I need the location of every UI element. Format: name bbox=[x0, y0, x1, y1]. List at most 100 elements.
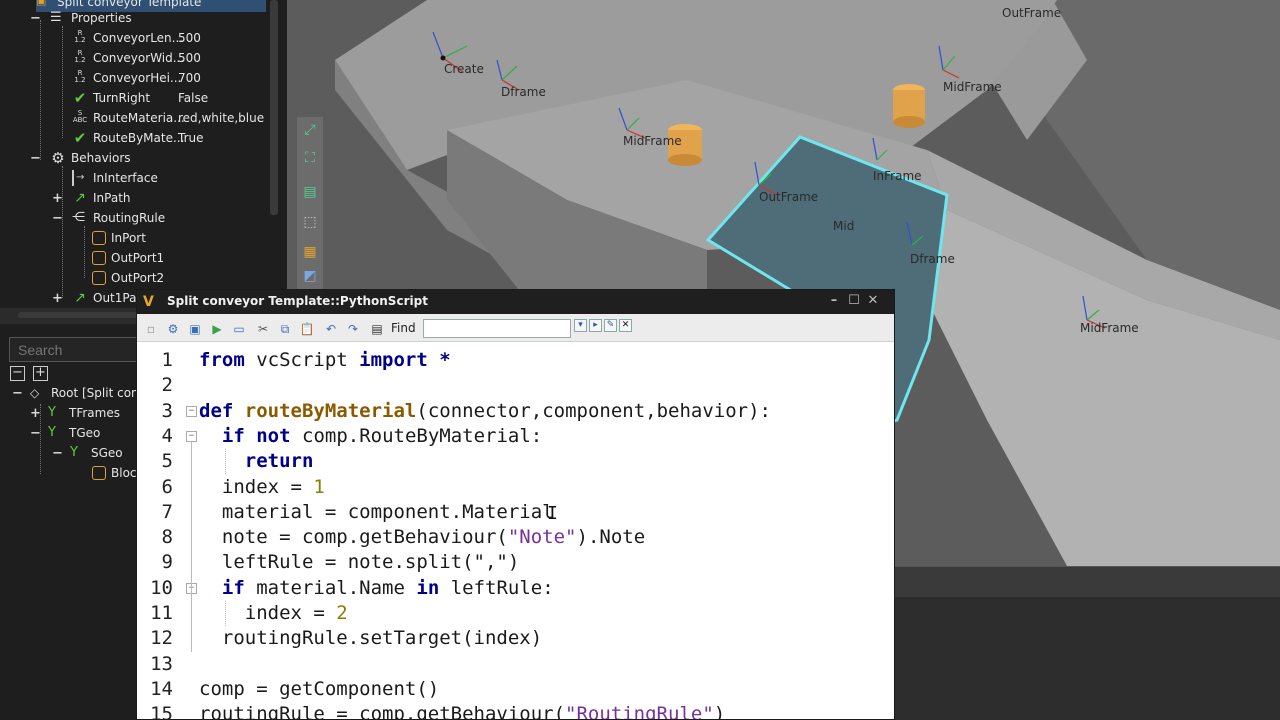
code-line[interactable]: 4 − if not comp.RouteByMaterial: bbox=[137, 424, 894, 449]
property-value[interactable]: True bbox=[178, 131, 204, 145]
tree-behavior-row[interactable]: OutPort2 bbox=[92, 268, 164, 288]
expand-toggle[interactable]: + bbox=[52, 291, 63, 306]
tree-property-row[interactable]: S ABC RouteMateria... red,white,blue bbox=[72, 108, 264, 128]
tree-property-row[interactable]: ✔ TurnRight False bbox=[72, 88, 208, 108]
fit-view-icon[interactable]: ⤢ bbox=[301, 121, 319, 139]
node-tree-item[interactable]: + Y TFrames bbox=[30, 403, 120, 423]
view-mode-icon[interactable]: ▤ bbox=[301, 183, 319, 201]
node-label: TGeo bbox=[69, 426, 101, 440]
paste-icon[interactable]: 📋 bbox=[299, 321, 315, 337]
run-icon[interactable]: ▶ bbox=[209, 321, 225, 337]
code-line[interactable]: 9 leftRule = note.split(",") bbox=[137, 550, 894, 575]
tree-behavior-row[interactable]: + ↗ Out1Pat bbox=[52, 288, 141, 308]
property-value[interactable]: 700 bbox=[178, 71, 201, 85]
collapse-toggle[interactable]: − bbox=[52, 211, 63, 226]
compile-icon[interactable]: ⚙ bbox=[165, 321, 181, 337]
collapse-toggle[interactable]: − bbox=[12, 386, 23, 401]
tree-group-behaviors[interactable]: − ⚙ Behaviors bbox=[30, 148, 131, 168]
code-line[interactable]: 12 routingRule.setTarget(index) bbox=[137, 626, 894, 651]
code-line[interactable]: 15 routingRule = comp.getBehaviour("Routi… bbox=[137, 702, 894, 719]
code-line[interactable]: 2 bbox=[137, 373, 894, 398]
tree-behavior-row[interactable]: InPort bbox=[92, 228, 146, 248]
find-label: Find bbox=[391, 321, 416, 335]
node-tree-item[interactable]: Bloc bbox=[92, 463, 137, 483]
line-number: 11 bbox=[150, 602, 173, 624]
expand-toggle[interactable]: + bbox=[52, 191, 63, 206]
editor-title-bar[interactable]: V Split conveyor Template::PythonScript … bbox=[137, 290, 894, 314]
collapse-all-button[interactable]: − bbox=[10, 366, 25, 381]
tree-vertical-scrollbar[interactable] bbox=[270, 0, 278, 215]
find-previous-button[interactable]: ▾ bbox=[574, 319, 587, 332]
copy-icon[interactable]: ⧉ bbox=[277, 321, 293, 337]
tree-guide-line bbox=[62, 166, 63, 298]
code-line[interactable]: 3 − def routeByMaterial(connector,componen… bbox=[137, 399, 894, 424]
collapse-toggle[interactable]: − bbox=[30, 426, 41, 441]
property-name: TurnRight bbox=[93, 91, 151, 105]
frame-label: InFrame bbox=[873, 169, 922, 183]
cut-icon[interactable]: ✂ bbox=[255, 321, 271, 337]
code-line[interactable]: 10− if material.Name in leftRule: bbox=[137, 576, 894, 601]
tree-guide-line bbox=[62, 26, 63, 138]
render-mode-icon[interactable]: ▦ bbox=[301, 243, 319, 261]
property-value[interactable]: red,white,blue bbox=[178, 111, 264, 125]
find-input[interactable] bbox=[423, 319, 571, 338]
collapse-toggle[interactable]: − bbox=[52, 446, 63, 461]
find-options-button[interactable]: ✎ bbox=[604, 319, 617, 332]
tree-behavior-row[interactable]: + ↗ InPath bbox=[52, 188, 131, 208]
property-value[interactable]: 500 bbox=[178, 51, 201, 65]
undo-icon[interactable]: ↶ bbox=[323, 321, 339, 337]
python-script-editor-window: V Split conveyor Template::PythonScript … bbox=[136, 289, 895, 720]
code-line[interactable]: 5 return bbox=[137, 449, 894, 474]
maximize-button[interactable]: ☐ bbox=[845, 293, 863, 308]
code-text: material = component.Material bbox=[199, 500, 554, 523]
code-line[interactable]: 1 from vcScript import * bbox=[137, 348, 894, 373]
code-line[interactable]: 6 index = 1 bbox=[137, 475, 894, 500]
close-find-button[interactable]: ✕ bbox=[619, 319, 632, 332]
fold-toggle-icon[interactable]: − bbox=[186, 405, 197, 417]
fold-gutter-line bbox=[191, 441, 192, 652]
tree-property-row[interactable]: R 1.2 ConveyorHei... 700 bbox=[72, 68, 200, 88]
tree-behavior-row[interactable]: OutPort1 bbox=[92, 248, 164, 268]
code-line[interactable]: 8 note = comp.getBehaviour("Note").Note bbox=[137, 525, 894, 550]
save-icon[interactable]: ▣ bbox=[187, 321, 203, 337]
node-tree-item[interactable]: − ◇ Root [Split conv bbox=[12, 383, 146, 403]
fold-toggle-icon[interactable]: − bbox=[186, 430, 197, 442]
search-input[interactable] bbox=[9, 337, 140, 362]
tree-behavior-row[interactable]: → InInterface bbox=[72, 168, 158, 188]
expand-all-button[interactable]: + bbox=[33, 366, 48, 381]
new-script-icon[interactable]: ▫ bbox=[143, 321, 159, 337]
clipboard-icon[interactable]: ▤ bbox=[369, 321, 385, 337]
node-tree-item[interactable]: − Y SGeo bbox=[52, 443, 123, 463]
redo-icon[interactable]: ↷ bbox=[345, 321, 361, 337]
code-line[interactable]: 7 material = component.Material bbox=[137, 500, 894, 525]
code-text: if not comp.RouteByMaterial: bbox=[221, 424, 543, 447]
fill-view-icon[interactable]: ⛶ bbox=[301, 149, 319, 167]
code-line[interactable]: 14 comp = getComponent() bbox=[137, 677, 894, 702]
property-value[interactable]: 500 bbox=[178, 31, 201, 45]
collapse-toggle[interactable]: − bbox=[30, 11, 41, 26]
property-value[interactable]: False bbox=[178, 91, 208, 105]
find-next-button[interactable]: ▸ bbox=[589, 319, 602, 332]
geo-icon: Y bbox=[70, 445, 78, 460]
node-tree-panel: − + − ◇ Root [Split conv + Y TFrames − Y… bbox=[0, 324, 146, 720]
tree-property-row[interactable]: ✔ RouteByMate... True bbox=[72, 128, 204, 148]
tree-group-properties[interactable]: − ☰ Properties bbox=[30, 8, 132, 28]
collapse-toggle[interactable]: − bbox=[30, 151, 41, 166]
close-button[interactable]: ✕ bbox=[864, 293, 882, 308]
minimize-button[interactable]: – bbox=[825, 293, 843, 308]
node-tree-item[interactable]: − Y TGeo bbox=[30, 423, 100, 443]
tree-behavior-row[interactable]: − ⋲ RoutingRule bbox=[52, 208, 165, 228]
tree-property-row[interactable]: R 1.2 ConveyorWid... 500 bbox=[72, 48, 200, 68]
projection-icon[interactable]: ◩ bbox=[301, 267, 319, 285]
code-editor[interactable]: 1 from vcScript import * 2 3 − def routeByMat… bbox=[137, 348, 894, 719]
tree-property-row[interactable]: R 1.2 ConveyorLen... 500 bbox=[72, 28, 200, 48]
export-icon[interactable]: ▭ bbox=[231, 321, 247, 337]
expand-toggle[interactable]: + bbox=[30, 406, 41, 421]
line-number: 6 bbox=[161, 475, 173, 498]
application-window: ▣ Split conveyor Template − ☰ Properties… bbox=[0, 0, 1280, 720]
box-view-icon[interactable]: ⬚ bbox=[301, 213, 319, 231]
line-number: 9 bbox=[161, 551, 173, 574]
code-line[interactable]: 11 index = 2 bbox=[137, 601, 894, 626]
frame-label: MidFrame bbox=[623, 134, 682, 148]
code-line[interactable]: 13 bbox=[137, 652, 894, 677]
